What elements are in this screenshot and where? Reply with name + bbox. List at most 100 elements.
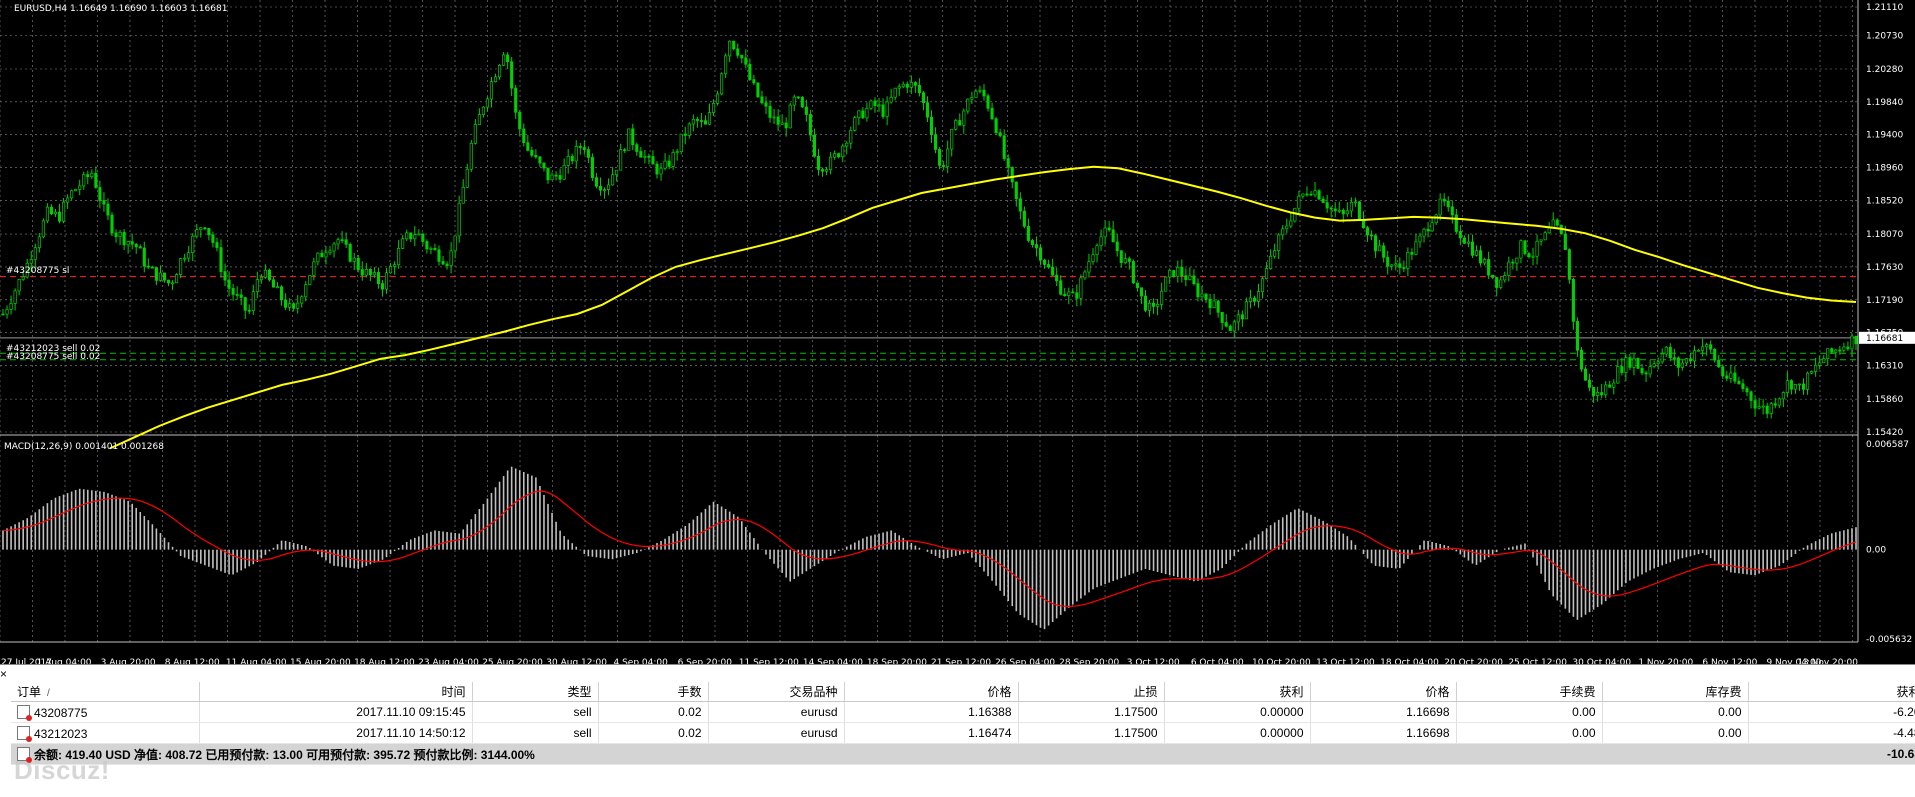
candle-body [1047,264,1051,268]
candle-body [1240,314,1244,320]
candle-body [179,258,183,275]
candle-body [1329,207,1333,210]
candle-body [1563,233,1567,250]
candle-body [1539,239,1543,242]
candle-body [453,235,457,252]
col-current-price[interactable]: 价格 [1310,682,1457,702]
candle-body [756,82,760,98]
table-row[interactable]: 43208775 2017.11.10 09:15:45 sell 0.02 e… [11,701,1915,723]
candle-body [1160,290,1164,305]
candle-body [780,122,784,125]
candle-body [1801,383,1806,390]
candle-body [1091,254,1095,262]
candle-body [732,40,736,50]
candle-body [1333,208,1337,212]
candle-body [364,269,368,276]
candle-body [857,110,861,118]
candle-body [437,249,441,262]
terminal-close-icon[interactable]: × [0,668,10,680]
candle-body [1208,298,1212,308]
moving-average-line [109,165,1857,450]
candle-body [1345,210,1349,215]
candle-body [1002,135,1006,159]
col-symbol[interactable]: 交易品种 [708,682,845,702]
candle-body [66,197,70,203]
candle-body [574,146,578,162]
candle-body [720,73,724,95]
candle-body [623,149,627,152]
candle-body [1184,275,1188,280]
candle-body [1252,297,1257,302]
candle-body [833,153,837,158]
candle-body [598,185,603,191]
candle-body [1394,263,1398,266]
col-commission[interactable]: 手续费 [1456,682,1603,702]
candle-body [1507,261,1511,276]
candle-body [655,163,659,175]
candle-body [607,184,611,190]
candle-body [473,124,477,144]
profit-cell: -6.20 [1748,701,1915,723]
candle-body [986,95,990,109]
col-lots[interactable]: 手数 [598,682,709,702]
candle-body [21,276,25,280]
candle-body [1616,366,1620,384]
candle-body [1353,201,1357,204]
col-open-price[interactable]: 价格 [844,682,1019,702]
candle-body [465,168,469,188]
candle-body [566,156,570,166]
col-time[interactable]: 时间 [199,682,473,702]
candle-body [1676,357,1680,368]
col-order[interactable]: 订单 / [11,682,200,702]
candle-body [5,308,9,315]
candle-body [1531,255,1535,258]
chart-canvas[interactable]: 1.21110 1.20730 1.20280 1.19840 1.19400 1.189… [0,0,1915,664]
candle-body [397,248,401,266]
col-type[interactable]: 类型 [472,682,599,702]
candle-body [231,288,235,295]
candle-body [1664,346,1668,355]
price-chart-area[interactable]: 1.21110 1.20730 1.20280 1.19840 1.19400 1.189… [0,0,1915,664]
price-tick-label: 1.15420 [1866,428,1903,438]
candle-body [498,64,502,78]
candle-body [429,247,433,250]
col-swap[interactable]: 库存费 [1602,682,1749,702]
candle-body [1192,275,1196,285]
candle-body [78,185,82,190]
col-profit[interactable]: 获利 [1748,682,1915,702]
candle-body [663,160,667,169]
candle-body [1604,384,1608,396]
candle-body [1656,361,1660,365]
candle-body [1067,291,1071,297]
candle-body [1341,209,1345,215]
take-profit-cell: 0.00000 [1164,722,1311,744]
candle-body [667,160,671,167]
macd-tick-label: -0.005632 [1866,635,1912,645]
candle-body [247,309,251,312]
candle-body [590,157,594,178]
candle-body [1398,263,1402,268]
col-stop-loss[interactable]: 止损 [1018,682,1165,702]
candle-body [1123,258,1127,263]
table-row[interactable]: 43212023 2017.11.10 14:50:12 sell 0.02 e… [11,722,1915,744]
candle-body [897,86,901,89]
candle-body [1103,227,1107,238]
candle-body [716,93,720,104]
candle-body [550,174,554,181]
candle-body [1289,220,1293,227]
candle-body [929,116,934,135]
candle-body [1769,403,1773,414]
candle-body [1713,348,1717,361]
candle-body [1325,202,1329,209]
candle-body [1822,358,1826,364]
candle-body [1547,227,1551,234]
sell-order-label-2: #43208775 sell 0.02 [6,352,100,362]
candle-body [695,119,699,121]
candle-body [352,257,356,262]
candle-body [1051,266,1055,276]
price-tick-label: 1.19400 [1866,131,1903,141]
candle-body [1672,357,1676,359]
candle-body [518,111,522,130]
col-take-profit[interactable]: 获利 [1164,682,1311,702]
candle-body [1640,368,1644,374]
